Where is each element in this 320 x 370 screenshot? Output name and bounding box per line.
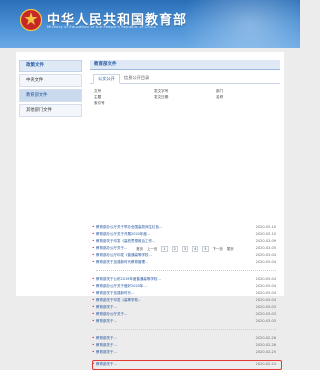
list-item[interactable]: • 教育部办公厅关于... 2020-03-03 — [92, 311, 276, 317]
pager-page-3[interactable]: 3 — [181, 246, 189, 252]
list-item-date: 2020-02-26 — [255, 343, 276, 347]
bullet-icon: • — [92, 297, 95, 302]
national-emblem-icon — [20, 9, 42, 31]
filter-issue-date[interactable]: 发文日期 — [154, 95, 168, 100]
list-item-date: 2020-03-10 — [255, 225, 276, 229]
list-divider — [96, 270, 276, 271]
list-item[interactable]: • 教育部关于... 2020-03-03 — [92, 318, 276, 324]
bullet-icon: • — [92, 259, 95, 264]
filter-topic[interactable]: 主题 — [94, 95, 101, 100]
sidebar-item-moe-docs[interactable]: 教育部文件 — [19, 89, 82, 102]
list-item[interactable]: • 教育部关于... 2020-03-03 — [92, 304, 276, 310]
bullet-icon: • — [92, 318, 95, 323]
list-item[interactable]: • 教育部关于... 2020-02-26 — [92, 335, 276, 341]
main-heading: 教育部文件 — [90, 60, 280, 70]
list-item-title[interactable]: 教育部办公厅关于开展2020年度... — [96, 232, 150, 236]
tab-info-catalog[interactable]: 信息公开目录 — [120, 74, 153, 82]
pager-next[interactable]: 下一页 — [213, 247, 223, 251]
list-item[interactable]: • 教育部关于公布2019年度普通高等学校... 2020-03-04 — [92, 276, 276, 282]
list-item[interactable]: • 教育部关于... 2020-02-25 — [92, 349, 276, 355]
highlight-box — [92, 360, 282, 370]
filter-panel: 文号 发文字号 部门 主题 发文日期 名称 索引号 — [90, 88, 280, 106]
list-item-title[interactable]: 教育部关于... — [96, 305, 117, 309]
sidebar: 政策文件 中央文件 教育部文件 其他部门文件 — [19, 60, 82, 119]
list-item[interactable]: • 教育部关于... 2020-02-26 — [92, 342, 276, 348]
filter-index[interactable]: 索引号 — [94, 101, 105, 106]
list-item-title[interactable]: 教育部关于加强新时代... — [96, 291, 134, 295]
bullet-icon: • — [92, 283, 95, 288]
list-item-date: 2020-03-09 — [255, 239, 276, 243]
bullet-icon: • — [92, 349, 95, 354]
bullet-icon: • — [92, 238, 95, 243]
list-item-date: 2020-02-25 — [255, 350, 276, 354]
list-item-title[interactable]: 教育部关于... — [96, 350, 117, 354]
list-item-title[interactable]: 教育部关于... — [96, 319, 117, 323]
pager-page-1[interactable]: 1 — [161, 246, 168, 252]
banner-glow — [180, 0, 300, 48]
pager-prev[interactable]: 上一页 — [147, 247, 157, 251]
list-item-date: 2020-03-04 — [255, 277, 276, 281]
list-item-title[interactable]: 教育部关于印发《高校思想政治工作... — [96, 239, 155, 243]
list-item-title[interactable]: 教育部关于... — [96, 336, 117, 340]
sidebar-item-other-docs[interactable]: 其他部门文件 — [19, 104, 82, 117]
list-item[interactable]: • 教育部办公厅关于做好2020年... 2020-03-04 — [92, 283, 276, 289]
tab-public-docs[interactable]: 公文公开 — [93, 74, 120, 84]
list-item-title[interactable]: 教育部关于加强新时代教育管理... — [96, 260, 148, 264]
content-panel: 政策文件 中央文件 教育部文件 其他部门文件 教育部文件 公文公开 信息公开目录… — [16, 52, 284, 370]
list-item[interactable]: • 教育部关于印发《高等学校... 2020-03-04 — [92, 297, 276, 303]
bullet-icon: • — [92, 304, 95, 309]
pager-page-2[interactable]: 2 — [171, 246, 178, 252]
pager-last[interactable]: 尾页 — [227, 247, 234, 251]
bullet-icon: • — [92, 311, 95, 316]
bullet-icon: • — [92, 342, 95, 347]
list-item[interactable]: • 教育部办公厅关于举办全国高校师生红色... 2020-03-10 — [92, 224, 276, 230]
sidebar-item-central-docs[interactable]: 中央文件 — [19, 74, 82, 87]
list-divider — [96, 329, 276, 330]
list-item[interactable]: • 教育部关于加强新时代... 2020-03-04 — [92, 290, 276, 296]
filter-doc-number[interactable]: 文号 — [94, 89, 101, 94]
pager-page-4[interactable]: 4 — [192, 246, 199, 252]
site-subtitle: Ministry of Education of the People's Re… — [47, 25, 157, 29]
site-banner: 中华人民共和国教育部 Ministry of Education of the … — [0, 0, 300, 48]
list-item[interactable]: • 教育部关于印发《高校思想政治工作... 2020-03-09 — [92, 238, 276, 244]
tab-bar: 公文公开 信息公开目录 — [90, 74, 280, 84]
list-item-title[interactable]: 教育部关于... — [96, 343, 117, 347]
list-item-title[interactable]: 教育部办公厅关于... — [96, 312, 127, 316]
list-item-date: 2020-02-26 — [255, 336, 276, 340]
list-item-title[interactable]: 教育部办公厅关于做好2020年... — [96, 284, 147, 288]
list-item-date: 2020-03-03 — [255, 319, 276, 323]
list-item-date: 2020-03-04 — [255, 284, 276, 288]
sidebar-heading: 政策文件 — [19, 60, 82, 72]
list-item-title[interactable]: 教育部办公厅印发《普通高等学校... — [96, 253, 152, 257]
list-item-title[interactable]: 教育部关于印发《高等学校... — [96, 298, 141, 302]
bullet-icon: • — [92, 276, 95, 281]
list-item-date: 2020-03-04 — [255, 298, 276, 302]
bullet-icon: • — [92, 290, 95, 295]
list-item-date: 2020-03-03 — [255, 305, 276, 309]
pager-first[interactable]: 首页 — [136, 247, 143, 251]
filter-name[interactable]: 名称 — [216, 95, 223, 100]
pagination: 首页 上一页 1 2 3 4 5 下一页 尾页 — [90, 245, 280, 253]
bullet-icon: • — [92, 335, 95, 340]
list-item-date: 2020-03-04 — [255, 260, 276, 264]
bullet-icon: • — [92, 224, 95, 229]
list-item[interactable]: • 教育部办公厅关于开展2020年度... 2020-03-10 — [92, 231, 276, 237]
bullet-icon: • — [92, 231, 95, 236]
list-item-date: 2020-03-10 — [255, 232, 276, 236]
list-item-title[interactable]: 教育部办公厅关于举办全国高校师生红色... — [96, 225, 162, 229]
list-item-title[interactable]: 教育部关于公布2019年度普通高等学校... — [96, 277, 161, 281]
main-panel: 教育部文件 公文公开 信息公开目录 文号 发文字号 部门 主题 发文日期 名称 … — [90, 60, 282, 370]
pager-page-5[interactable]: 5 — [202, 246, 209, 252]
list-item-date: 2020-03-04 — [255, 291, 276, 295]
filter-department[interactable]: 部门 — [216, 89, 223, 94]
list-item-date: 2020-03-03 — [255, 312, 276, 316]
list-item[interactable]: • 教育部关于加强新时代教育管理... 2020-03-04 — [92, 259, 276, 265]
filter-issue-number[interactable]: 发文字号 — [154, 89, 168, 94]
